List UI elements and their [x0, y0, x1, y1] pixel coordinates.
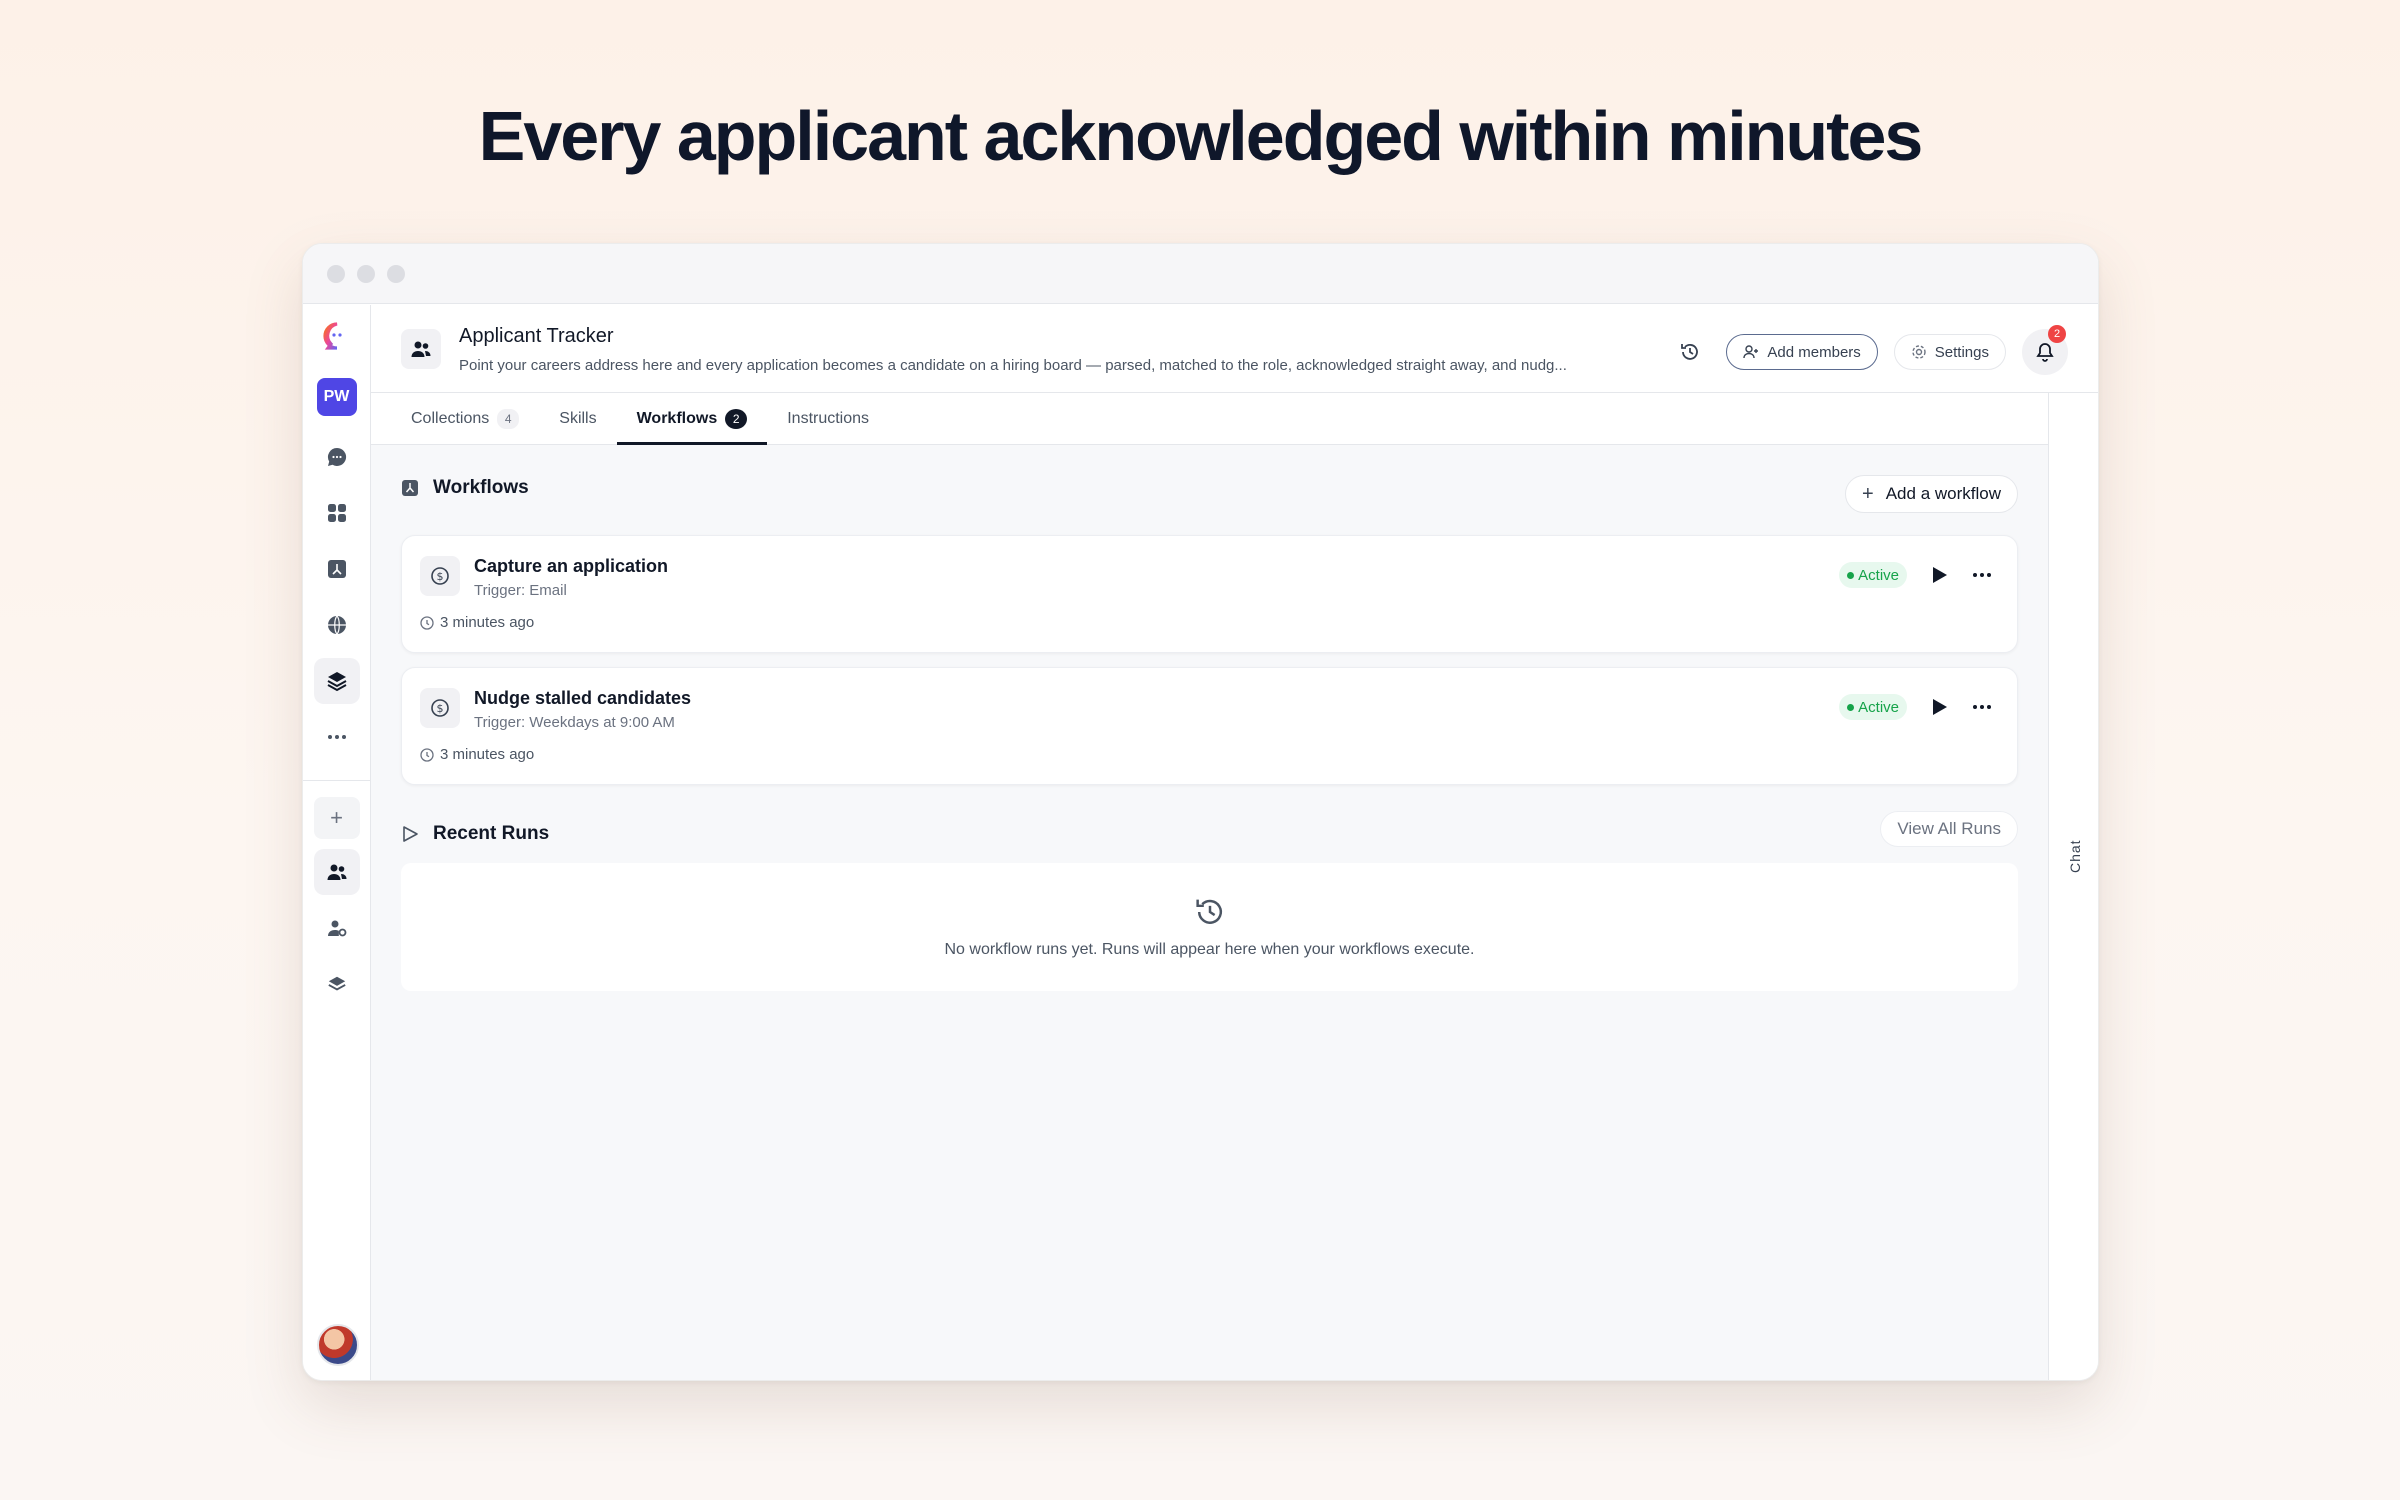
globe-icon[interactable]	[314, 602, 360, 648]
logo-icon[interactable]	[322, 321, 352, 356]
chat-panel-toggle[interactable]: Chat	[2048, 393, 2098, 1380]
window-minimize-dot[interactable]	[357, 264, 375, 283]
history-icon	[1195, 899, 1222, 924]
dollar-circle-icon: $	[420, 688, 460, 728]
add-workflow-button[interactable]: + Add a workflow	[1845, 475, 2018, 513]
chat-bubble-icon[interactable]	[314, 434, 360, 480]
tab-label: Workflows	[636, 409, 718, 427]
window-maximize-dot[interactable]	[387, 264, 405, 283]
section-title: Workflows	[433, 477, 529, 498]
workspace-avatar[interactable]: PW	[316, 378, 357, 416]
user-settings-icon[interactable]	[314, 905, 360, 951]
tab-label: Instructions	[787, 409, 870, 427]
workflow-card[interactable]: $ Capture an application Trigger: Email …	[401, 535, 2018, 653]
clock-icon	[420, 747, 434, 762]
workflow-time: 3 minutes ago	[440, 614, 535, 631]
tab-collections[interactable]: Collections 4	[391, 393, 539, 444]
workflow-time: 3 minutes ago	[440, 746, 535, 763]
tab-workflows[interactable]: Workflows 2	[616, 393, 768, 445]
workflow-trigger: Trigger: Weekdays at 9:00 AM	[474, 714, 675, 731]
user-avatar[interactable]	[317, 1324, 359, 1366]
workflow-card[interactable]: $ Nudge stalled candidates Trigger: Week…	[401, 667, 2018, 785]
main-panel: Applicant Tracker Point your careers add…	[371, 305, 2098, 1380]
workflow-trigger: Trigger: Email	[474, 582, 567, 599]
status-dot	[1847, 571, 1855, 579]
more-icon[interactable]	[1971, 697, 1993, 717]
rail-divider	[303, 780, 371, 781]
tab-count-badge: 2	[725, 408, 748, 429]
add-members-button[interactable]: Add members	[1726, 334, 1878, 370]
page-headline: Every applicant acknowledged within minu…	[478, 97, 1924, 175]
project-title: Applicant Tracker	[459, 325, 614, 347]
status-badge: Active	[1839, 562, 1907, 588]
workflow-updated: 3 minutes ago	[420, 746, 534, 763]
app-window: PW + Applicant Tracker Point your career…	[302, 243, 2099, 1381]
svg-text:$: $	[437, 702, 444, 715]
add-user-icon	[1743, 345, 1759, 359]
tab-label: Collections	[411, 409, 490, 427]
workflow-icon	[402, 480, 418, 496]
project-description: Point your careers address here and ever…	[459, 357, 1567, 374]
tab-skills[interactable]: Skills	[539, 393, 616, 444]
workflows-content: Collections 4 Skills Workflows 2 Instruc…	[371, 393, 2048, 1380]
play-icon[interactable]	[1929, 697, 1949, 717]
settings-button[interactable]: Settings	[1893, 334, 2006, 370]
window-titlebar	[303, 244, 2098, 304]
add-workflow-label: Add a workflow	[1885, 484, 2001, 503]
more-icon[interactable]	[1971, 565, 1993, 585]
gear-icon	[1912, 345, 1926, 359]
layers-icon[interactable]	[313, 658, 360, 704]
status-label: Active	[1858, 566, 1899, 584]
clock-icon	[420, 615, 434, 630]
workflow-icon[interactable]	[314, 546, 360, 592]
tab-count-badge: 4	[497, 408, 520, 429]
empty-runs-message: No workflow runs yet. Runs will appear h…	[944, 941, 1475, 958]
add-members-label: Add members	[1767, 343, 1861, 361]
window-close-dot[interactable]	[327, 264, 345, 283]
workflow-title: Nudge stalled candidates	[474, 688, 692, 708]
notification-count-badge: 2	[2048, 325, 2066, 343]
bell-icon	[2036, 343, 2054, 362]
plus-icon: +	[1862, 482, 1874, 505]
notifications-button[interactable]: 2	[2022, 325, 2068, 375]
tab-label: Skills	[559, 409, 597, 427]
workflow-title: Capture an application	[474, 556, 669, 576]
tab-instructions[interactable]: Instructions	[767, 393, 889, 444]
dollar-circle-icon: $	[420, 556, 460, 596]
svg-text:$: $	[437, 570, 444, 583]
workflow-updated: 3 minutes ago	[420, 614, 534, 631]
workflows-section-header: Workflows	[401, 477, 529, 499]
plus-icon[interactable]: +	[313, 797, 360, 839]
chat-label: Chat	[2067, 839, 2083, 873]
view-all-runs-button[interactable]: View All Runs	[1880, 811, 2018, 847]
more-icon[interactable]	[314, 714, 360, 760]
people-icon[interactable]	[313, 849, 360, 895]
play-outline-icon	[403, 826, 418, 842]
empty-runs-panel: No workflow runs yet. Runs will appear h…	[401, 863, 2018, 991]
section-title: Recent Runs	[433, 823, 550, 844]
status-label: Active	[1858, 698, 1899, 716]
status-badge: Active	[1839, 694, 1907, 720]
people-icon	[401, 329, 441, 369]
settings-label: Settings	[1934, 343, 1989, 361]
project-header: Applicant Tracker Point your careers add…	[371, 305, 2098, 393]
sidebar-rail: PW +	[303, 305, 371, 1380]
status-dot	[1847, 703, 1855, 711]
grid-icon[interactable]	[314, 490, 360, 536]
recent-runs-section-header: Recent Runs	[401, 823, 549, 845]
stack-icon[interactable]	[314, 961, 360, 1007]
tab-bar: Collections 4 Skills Workflows 2 Instruc…	[371, 393, 2048, 445]
history-icon[interactable]	[1670, 332, 1710, 372]
play-icon[interactable]	[1929, 565, 1949, 585]
